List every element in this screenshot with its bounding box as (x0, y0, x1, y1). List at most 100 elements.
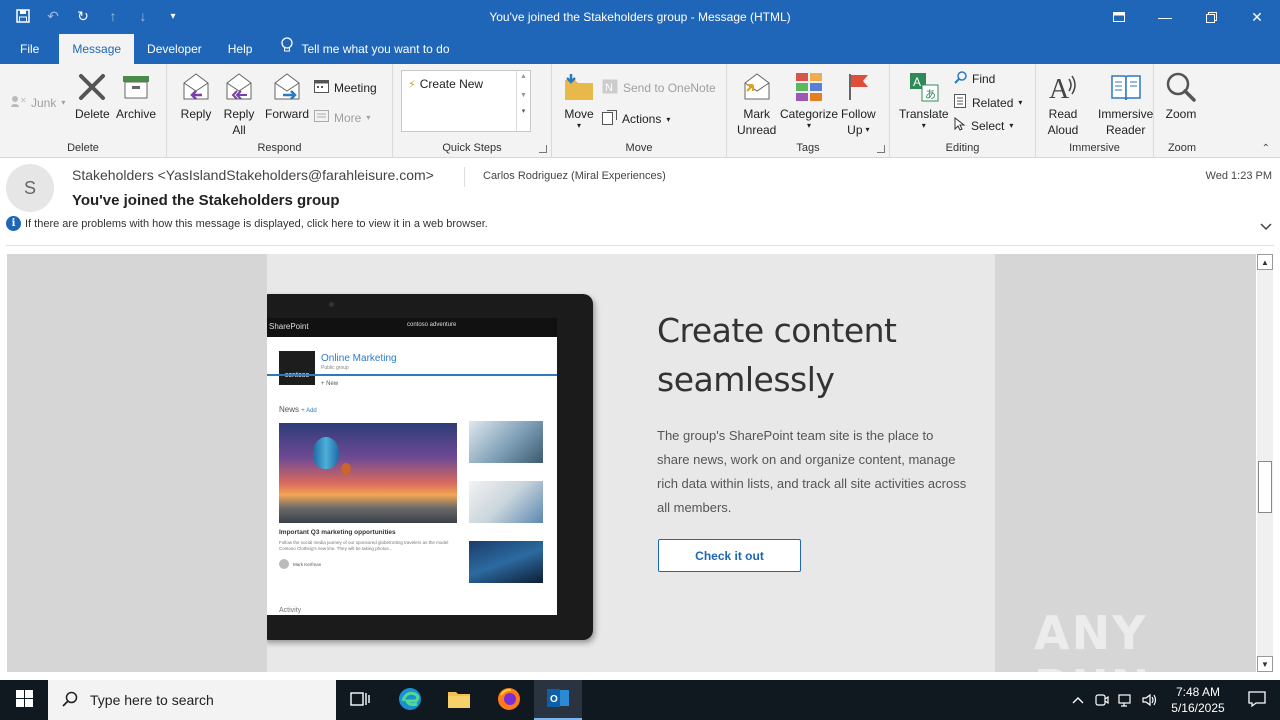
close-icon[interactable]: ✕ (1234, 0, 1280, 34)
group-quick-steps-label: Quick Steps (442, 142, 502, 154)
check-it-out-button[interactable]: Check it out (658, 539, 801, 572)
quick-steps-dialog-launcher[interactable] (539, 145, 547, 153)
info-bar-text: If there are problems with how this mess… (25, 217, 488, 230)
avatar[interactable]: S (6, 164, 54, 212)
immersive-reader-label-2: Reader (1105, 123, 1146, 137)
network-icon[interactable] (1114, 693, 1138, 707)
read-aloud-label-1: Read (1048, 107, 1078, 121)
scrollbar-thumb[interactable] (1258, 461, 1272, 513)
collapse-ribbon-icon[interactable]: ⌃ (1262, 143, 1270, 154)
scroll-down-icon[interactable]: ▼ (517, 92, 530, 99)
tab-help[interactable]: Help (215, 34, 266, 64)
volume-icon[interactable] (1138, 693, 1162, 707)
read-aloud-button[interactable]: A Read Aloud (1046, 70, 1080, 138)
move-button[interactable]: Move ▾ (562, 70, 596, 130)
author-name: Mark Kerfman (293, 561, 322, 567)
taskbar-file-explorer[interactable] (435, 680, 483, 720)
mark-unread-button[interactable]: Mark Unread (737, 70, 776, 138)
archive-button[interactable]: Archive (116, 70, 156, 122)
find-icon (954, 71, 967, 87)
delete-button[interactable]: Delete (75, 70, 110, 122)
read-aloud-icon: A (1046, 70, 1080, 104)
tab-file[interactable]: File (0, 34, 59, 64)
taskbar-outlook[interactable]: O (534, 680, 582, 720)
reply-button[interactable]: Reply (179, 70, 213, 122)
group-respond-label: Respond (257, 142, 302, 154)
notification-icon (1248, 690, 1266, 710)
more-respond-button[interactable]: More ▾ (314, 109, 370, 126)
reply-all-button[interactable]: Reply All (222, 70, 256, 138)
site-type: Public group (321, 365, 349, 371)
tab-message[interactable]: Message (59, 34, 135, 64)
find-button[interactable]: Find (954, 71, 995, 87)
taskbar-clock[interactable]: 7:48 AM 5/16/2025 (1162, 684, 1234, 716)
meet-now-icon[interactable] (1090, 693, 1114, 707)
ribbon-display-options-icon[interactable] (1096, 0, 1142, 34)
translate-button[interactable]: Aあ Translate ▾ (899, 70, 949, 130)
thumbnail-2 (469, 481, 543, 523)
scroll-up-arrow-icon[interactable]: ▲ (1257, 254, 1273, 270)
message-scrollbar[interactable]: ▲ ▼ (1257, 254, 1273, 672)
group-tags-label: Tags (796, 142, 820, 154)
send-to-onenote-button[interactable]: N Send to OneNote (602, 79, 716, 97)
mark-unread-label-1: Mark (743, 107, 771, 121)
window-title: You've joined the Stakeholders group - M… (489, 10, 791, 24)
news-heading: News + Add (279, 405, 317, 414)
recipient[interactable]: Carlos Rodriguez (Miral Experiences) (464, 167, 666, 187)
group-delete-label: Delete (67, 142, 99, 154)
quick-step-create-new[interactable]: ⚡ Create New (408, 77, 483, 91)
clock-time: 7:48 AM (1175, 685, 1221, 699)
tab-developer[interactable]: Developer (134, 34, 215, 64)
tags-dialog-launcher[interactable] (877, 145, 885, 153)
actions-button[interactable]: Actions ▾ (602, 110, 670, 128)
junk-label: Junk (31, 95, 57, 110)
delete-label: Delete (75, 107, 110, 121)
categorize-icon (792, 70, 826, 104)
expand-header-icon[interactable] (1260, 220, 1272, 234)
minimize-icon[interactable]: — (1142, 0, 1188, 34)
title-bar: ↶ ↻ ↑ ↓ ▾ You've joined the Stakeholders… (0, 0, 1280, 34)
categorize-button[interactable]: Categorize ▾ (780, 70, 838, 130)
task-view-button[interactable] (336, 680, 384, 720)
expand-gallery-icon[interactable]: ▾ (517, 107, 530, 115)
reply-label: Reply (180, 107, 212, 121)
zoom-button[interactable]: Zoom (1164, 70, 1198, 122)
related-label: Related (972, 95, 1014, 110)
junk-button[interactable]: ✕ Junk ▾ (10, 94, 65, 111)
forward-icon (270, 70, 304, 104)
actions-label: Actions (622, 112, 662, 126)
group-respond: Reply Reply All Forward Meeting More ▾ R… (167, 64, 393, 158)
start-button[interactable] (0, 680, 48, 720)
notifications-button[interactable] (1234, 690, 1280, 710)
immersive-reader-button[interactable]: Immersive Reader (1098, 70, 1153, 138)
message-subject: You've joined the Stakeholders group (72, 192, 340, 209)
tell-me-box[interactable]: Tell me what you want to do (265, 34, 462, 64)
scroll-down-arrow-icon[interactable]: ▼ (1257, 656, 1273, 672)
taskbar-search-box[interactable]: Type here to search (48, 680, 336, 720)
forward-button[interactable]: Forward (265, 70, 309, 122)
select-button[interactable]: Select ▾ (954, 116, 1013, 134)
chevron-down-icon: ▾ (576, 121, 581, 130)
info-bar[interactable]: i If there are problems with how this me… (6, 216, 488, 231)
quick-steps-gallery[interactable]: ⚡ Create New ▲ ▼ ▾ (401, 70, 531, 132)
follow-up-button[interactable]: Follow Up ▾ (841, 70, 876, 138)
scroll-up-icon[interactable]: ▲ (517, 73, 530, 80)
reply-icon (179, 70, 213, 104)
restore-icon[interactable] (1188, 0, 1234, 34)
group-move-label: Move (625, 142, 653, 154)
taskbar-edge[interactable] (386, 680, 434, 720)
quick-steps-scrollbar[interactable]: ▲ ▼ ▾ (516, 71, 530, 131)
related-button[interactable]: Related ▾ (954, 94, 1022, 111)
folder-icon (447, 689, 471, 712)
search-icon (62, 691, 78, 710)
hero-balloon-image (279, 423, 457, 523)
group-move: Move ▾ N Send to OneNote Actions ▾ Move (552, 64, 727, 158)
promo-card: SharePoint contoso adventure contoso Onl… (267, 254, 995, 672)
meeting-button[interactable]: Meeting (314, 79, 377, 96)
taskbar-firefox[interactable] (485, 680, 533, 720)
activity-heading: Activity (279, 607, 302, 614)
forward-label: Forward (265, 107, 310, 121)
sender[interactable]: Stakeholders <YasIslandStakeholders@fara… (72, 167, 434, 183)
show-hidden-icons-icon[interactable] (1066, 696, 1090, 704)
sharepoint-app-label: SharePoint (269, 322, 309, 331)
